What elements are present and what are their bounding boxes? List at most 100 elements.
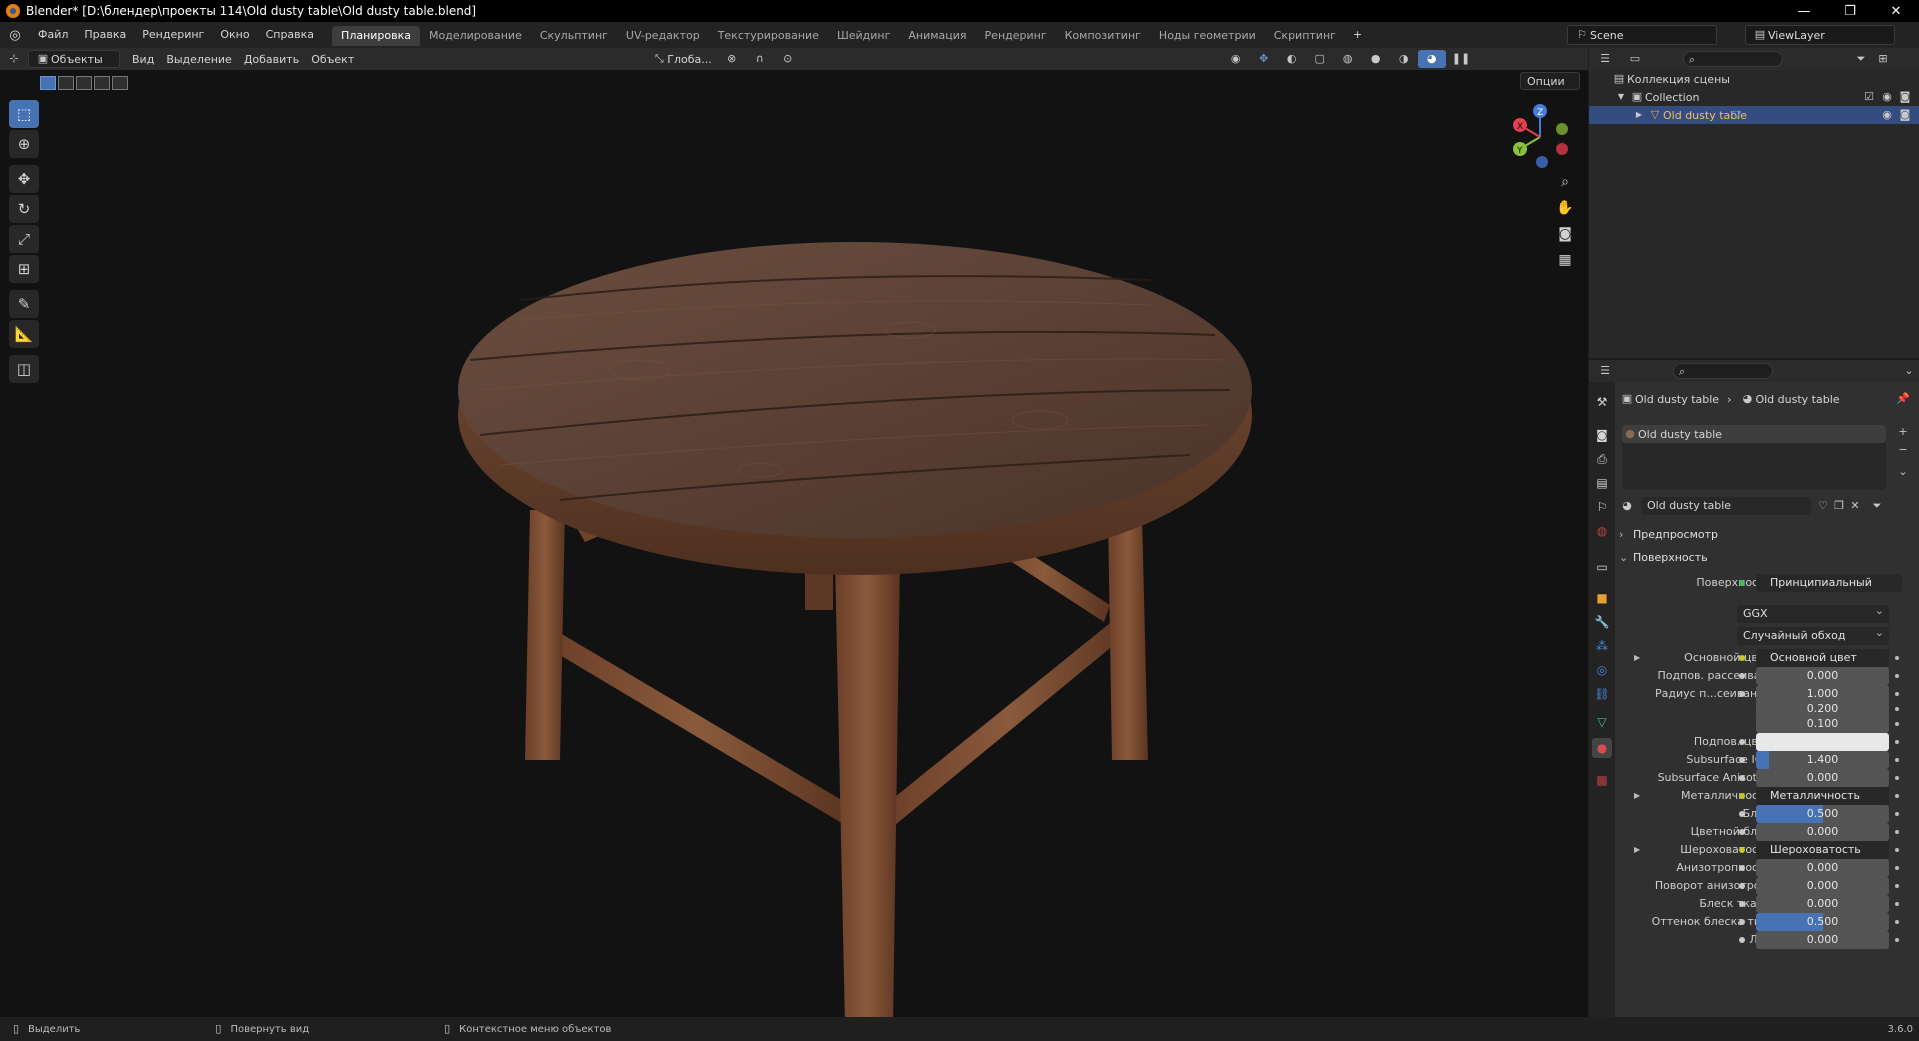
modifier-tab[interactable]: 🔧 (1592, 612, 1612, 632)
viewport-menu-1[interactable]: Выделение (160, 50, 238, 68)
snap-toggle[interactable]: ∩ (746, 50, 774, 68)
filter-icon[interactable]: ⏷ (1853, 51, 1869, 67)
section-surface[interactable]: ⌄ Поверхность (1619, 546, 1915, 568)
keyframe-icon[interactable] (1895, 758, 1899, 762)
distribution-dropdown[interactable]: GGX (1737, 602, 1889, 623)
keyframe-icon[interactable] (1895, 707, 1899, 711)
socket-icon[interactable] (1739, 655, 1745, 661)
perspective-toggle[interactable]: ▦ (1554, 249, 1576, 271)
property-field[interactable]: 0.000 (1756, 877, 1889, 895)
viewport-menu-2[interactable]: Добавить (238, 50, 305, 68)
unlink-icon[interactable]: ✕ (1847, 498, 1863, 514)
socket-icon[interactable] (1739, 847, 1745, 853)
wireframe-shading[interactable]: ◍ (1334, 50, 1362, 68)
socket-icon[interactable] (1739, 673, 1745, 679)
blender-menu-icon[interactable]: ◎ (0, 28, 30, 43)
keyframe-icon[interactable] (1895, 692, 1899, 696)
keyframe-icon[interactable] (1895, 776, 1899, 780)
subsurface-method-dropdown[interactable]: Случайный обход (1737, 624, 1889, 645)
pan-button[interactable]: ✋ (1554, 197, 1576, 219)
property-field[interactable]: Основной цвет (1756, 649, 1889, 667)
pause-render-button[interactable]: ❚❚ (1446, 50, 1474, 68)
material-selector[interactable]: ◕ Old dusty table ♡ ❐ ✕ ⏷ (1619, 497, 1915, 515)
property-field[interactable]: 0.000 (1756, 859, 1889, 877)
property-field[interactable]: 0.000 (1756, 895, 1889, 913)
expand-icon[interactable]: ▶ (1634, 649, 1640, 667)
navigation-gizmo[interactable]: Z Y X (1505, 102, 1575, 172)
eye-icon[interactable]: ◉ (1879, 89, 1895, 105)
properties-search-input[interactable]: ⌕ (1673, 363, 1773, 379)
outliner-scene-collection[interactable]: ▤ Коллекция сцены (1589, 70, 1919, 88)
workspace-tab-4[interactable]: Текстурирование (709, 26, 828, 46)
xray-toggle[interactable]: ▢ (1306, 50, 1334, 68)
menu-0[interactable]: Файл (30, 22, 76, 48)
socket-icon[interactable] (1739, 739, 1745, 745)
rotate-tool[interactable]: ↻ (9, 195, 39, 223)
zoom-button[interactable]: ⌕ (1554, 171, 1576, 193)
workspace-tab-9[interactable]: Ноды геометрии (1150, 26, 1265, 46)
options-dropdown[interactable]: Опции (1520, 72, 1580, 90)
collection-tab[interactable]: ▭ (1592, 557, 1612, 577)
workspace-tab-5[interactable]: Шейдинг (828, 26, 899, 46)
workspace-tab-0[interactable]: Планировка (332, 26, 421, 46)
socket-icon[interactable] (1739, 757, 1745, 763)
scale-tool[interactable]: ⤢ (9, 225, 39, 253)
camera-icon[interactable]: ◙ (1897, 89, 1913, 105)
property-field[interactable]: Шероховатость (1756, 841, 1889, 859)
property-field[interactable]: 0.500 (1756, 805, 1889, 823)
display-mode-icon[interactable]: ▭ (1627, 51, 1643, 67)
transform-tool[interactable]: ⊞ (9, 255, 39, 283)
pivot-selector[interactable]: ⊗ (718, 50, 746, 68)
duplicate-icon[interactable]: ❐ (1831, 498, 1847, 514)
workspace-tab-8[interactable]: Композитинг (1056, 26, 1150, 46)
socket-icon[interactable] (1739, 811, 1745, 817)
expand-icon[interactable]: ▶ (1634, 841, 1640, 859)
property-field[interactable]: 0.100 (1756, 715, 1889, 733)
workspace-tab-6[interactable]: Анимация (899, 26, 975, 46)
expand-icon[interactable]: ▶ (1634, 787, 1640, 805)
exclude-checkbox-icon[interactable]: ☑ (1861, 89, 1877, 105)
socket-icon[interactable] (1739, 829, 1745, 835)
camera-view-button[interactable]: ◙ (1554, 223, 1576, 245)
keyframe-icon[interactable] (1895, 656, 1899, 660)
minimize-button[interactable]: — (1781, 0, 1827, 22)
maximize-button[interactable]: ❐ (1827, 0, 1873, 22)
rendered-shading[interactable]: ◕ (1417, 50, 1446, 68)
property-field[interactable]: 0.000 (1756, 667, 1889, 685)
object-tab[interactable]: ■ (1592, 588, 1612, 608)
browse-material-icon[interactable]: ◕ (1619, 498, 1635, 514)
viewport-menu-3[interactable]: Объект (305, 50, 360, 68)
eye-icon[interactable]: ◉ (1879, 107, 1895, 123)
3d-viewport[interactable]: ⬚ ⊕ ✥ ↻ ⤢ ⊞ ✎ 📐 ◫ Z Y X ⌕ ✋ ◙ ▦ Опции (0, 70, 1588, 1017)
measure-tool[interactable]: 📐 (9, 320, 39, 348)
close-button[interactable]: ✕ (1873, 0, 1919, 22)
workspace-tab-7[interactable]: Рендеринг (976, 26, 1056, 46)
outliner-object-row[interactable]: ▶ ▽ Old dusty table ▽ ◉ ◙ (1589, 106, 1919, 124)
particles-tab[interactable]: ⁂ (1592, 636, 1612, 656)
property-field[interactable] (1756, 733, 1889, 751)
section-preview[interactable]: › Предпросмотр (1619, 523, 1915, 545)
menu-2[interactable]: Рендеринг (134, 22, 212, 48)
texture-tab[interactable]: ▩ (1592, 770, 1612, 790)
add-cube-tool[interactable]: ◫ (9, 355, 39, 383)
link-type-icon[interactable]: ⏷ (1869, 498, 1885, 514)
keyframe-icon[interactable] (1895, 674, 1899, 678)
keyframe-icon[interactable] (1895, 812, 1899, 816)
move-tool[interactable]: ✥ (9, 165, 39, 193)
world-tab[interactable]: ◍ (1592, 521, 1612, 541)
workspace-tab-2[interactable]: Скульптинг (531, 26, 617, 46)
material-shading[interactable]: ◑ (1390, 50, 1418, 68)
keyframe-icon[interactable] (1895, 884, 1899, 888)
scene-tab[interactable]: ⚐ (1592, 497, 1612, 517)
menu-4[interactable]: Справка (258, 22, 322, 48)
annotate-tool[interactable]: ✎ (9, 290, 39, 318)
socket-icon[interactable] (1739, 883, 1745, 889)
overlay-toggle[interactable]: ◐ (1278, 50, 1306, 68)
select-mode-intersect-icon[interactable] (112, 76, 128, 90)
physics-tab[interactable]: ◎ (1592, 660, 1612, 680)
socket-icon[interactable] (1739, 901, 1745, 907)
solid-shading[interactable]: ● (1362, 50, 1390, 68)
property-field[interactable]: 0.000 (1756, 823, 1889, 841)
gizmo-toggle[interactable]: ✥ (1250, 50, 1278, 68)
outliner-editor-icon[interactable]: ☰ (1597, 51, 1613, 67)
